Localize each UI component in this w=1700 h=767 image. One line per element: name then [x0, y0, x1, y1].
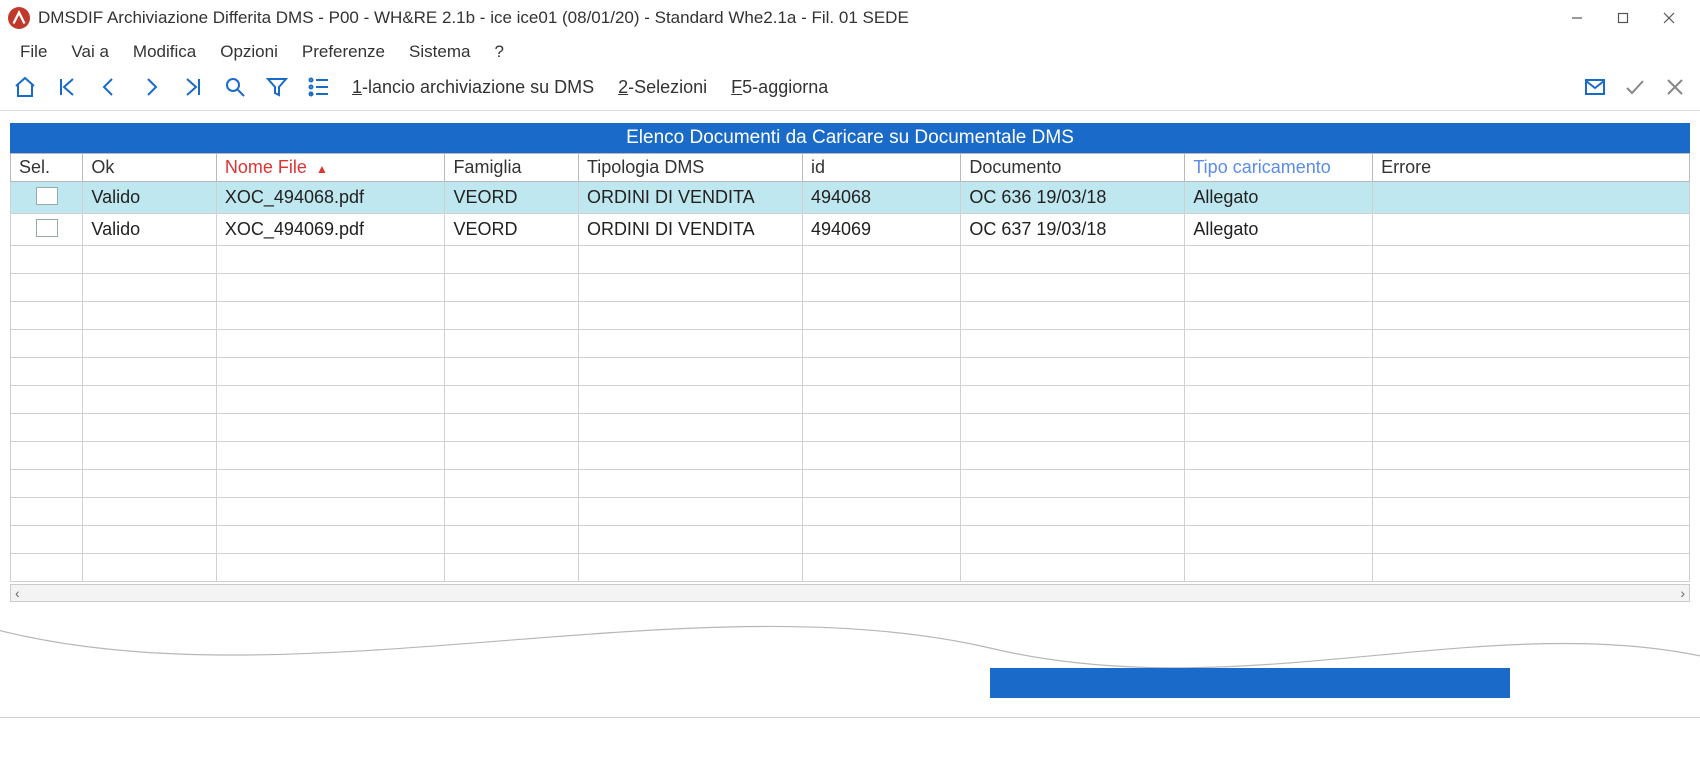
menu-help[interactable]: ?	[484, 40, 513, 64]
list-icon[interactable]	[304, 72, 334, 102]
cell-tipo-caricamento: Allegato	[1185, 214, 1373, 246]
table-row[interactable]	[11, 414, 1690, 442]
col-tipo-caricamento[interactable]: Tipo caricamento	[1185, 154, 1373, 182]
window-title: DMSDIF Archiviazione Differita DMS - P00…	[38, 8, 909, 28]
home-icon[interactable]	[10, 72, 40, 102]
minimize-button[interactable]	[1554, 2, 1600, 34]
table-row[interactable]	[11, 274, 1690, 302]
col-sel[interactable]: Sel.	[11, 154, 83, 182]
table-row[interactable]: ValidoXOC_494068.pdfVEORDORDINI DI VENDI…	[11, 182, 1690, 214]
mail-icon[interactable]	[1580, 72, 1610, 102]
cell-id: 494068	[802, 182, 960, 214]
col-documento[interactable]: Documento	[961, 154, 1185, 182]
cell-tipo-caricamento: Allegato	[1185, 182, 1373, 214]
cell-nome-file: XOC_494068.pdf	[216, 182, 445, 214]
crop-wave	[0, 598, 1700, 718]
menu-opzioni[interactable]: Opzioni	[210, 40, 288, 64]
table-row[interactable]	[11, 330, 1690, 358]
action-selezioni[interactable]: 2-Selezioni	[612, 77, 713, 98]
cancel-icon[interactable]	[1660, 72, 1690, 102]
cell-documento: OC 636 19/03/18	[961, 182, 1185, 214]
cell-errore	[1373, 214, 1690, 246]
checkbox-icon[interactable]	[36, 219, 58, 237]
col-tipologia[interactable]: Tipologia DMS	[578, 154, 802, 182]
cell-ok: Valido	[83, 214, 217, 246]
table-row[interactable]	[11, 246, 1690, 274]
col-nome-file[interactable]: Nome File ▲	[216, 154, 445, 182]
table-row[interactable]	[11, 442, 1690, 470]
menu-file[interactable]: File	[10, 40, 57, 64]
nav-last-icon[interactable]	[178, 72, 208, 102]
menu-vai-a[interactable]: Vai a	[61, 40, 119, 64]
table-row[interactable]	[11, 526, 1690, 554]
cell-documento: OC 637 19/03/18	[961, 214, 1185, 246]
table-row[interactable]: ValidoXOC_494069.pdfVEORDORDINI DI VENDI…	[11, 214, 1690, 246]
content-area: Elenco Documenti da Caricare su Document…	[0, 111, 1700, 602]
cell-nome-file: XOC_494069.pdf	[216, 214, 445, 246]
col-nome-file-label: Nome File	[225, 157, 307, 177]
col-id[interactable]: id	[802, 154, 960, 182]
cell-errore	[1373, 182, 1690, 214]
table-row[interactable]	[11, 358, 1690, 386]
nav-first-icon[interactable]	[52, 72, 82, 102]
filter-icon[interactable]	[262, 72, 292, 102]
close-button[interactable]	[1646, 2, 1692, 34]
cell-famiglia: VEORD	[445, 182, 579, 214]
row-select-cell[interactable]	[11, 214, 83, 246]
nav-prev-icon[interactable]	[94, 72, 124, 102]
cell-famiglia: VEORD	[445, 214, 579, 246]
cell-ok: Valido	[83, 182, 217, 214]
action-aggiorna[interactable]: F5-aggiorna	[725, 77, 834, 98]
table-row[interactable]	[11, 554, 1690, 582]
table-header-row: Sel. Ok Nome File ▲ Famiglia Tipologia D…	[11, 154, 1690, 182]
cell-id: 494069	[802, 214, 960, 246]
table-row[interactable]	[11, 498, 1690, 526]
col-ok[interactable]: Ok	[83, 154, 217, 182]
maximize-button[interactable]	[1600, 2, 1646, 34]
sort-asc-icon: ▲	[312, 162, 328, 176]
col-errore[interactable]: Errore	[1373, 154, 1690, 182]
search-icon[interactable]	[220, 72, 250, 102]
row-select-cell[interactable]	[11, 182, 83, 214]
menu-preferenze[interactable]: Preferenze	[292, 40, 395, 64]
title-bar: DMSDIF Archiviazione Differita DMS - P00…	[0, 0, 1700, 36]
action-archive-dms[interactable]: 1-lancio archiviazione su DMS	[346, 77, 600, 98]
nav-next-icon[interactable]	[136, 72, 166, 102]
cell-tipologia: ORDINI DI VENDITA	[578, 214, 802, 246]
toolbar: 1-lancio archiviazione su DMS 2-Selezion…	[0, 70, 1700, 111]
confirm-icon[interactable]	[1620, 72, 1650, 102]
app-icon	[8, 7, 30, 29]
col-famiglia[interactable]: Famiglia	[445, 154, 579, 182]
table-row[interactable]	[11, 386, 1690, 414]
menu-sistema[interactable]: Sistema	[399, 40, 480, 64]
checkbox-icon[interactable]	[36, 187, 58, 205]
menu-bar: File Vai a Modifica Opzioni Preferenze S…	[0, 36, 1700, 70]
table-row[interactable]	[11, 470, 1690, 498]
cell-tipologia: ORDINI DI VENDITA	[578, 182, 802, 214]
table-row[interactable]	[11, 302, 1690, 330]
menu-modifica[interactable]: Modifica	[123, 40, 206, 64]
panel-title: Elenco Documenti da Caricare su Document…	[10, 123, 1690, 153]
documents-table: Sel. Ok Nome File ▲ Famiglia Tipologia D…	[10, 153, 1690, 582]
